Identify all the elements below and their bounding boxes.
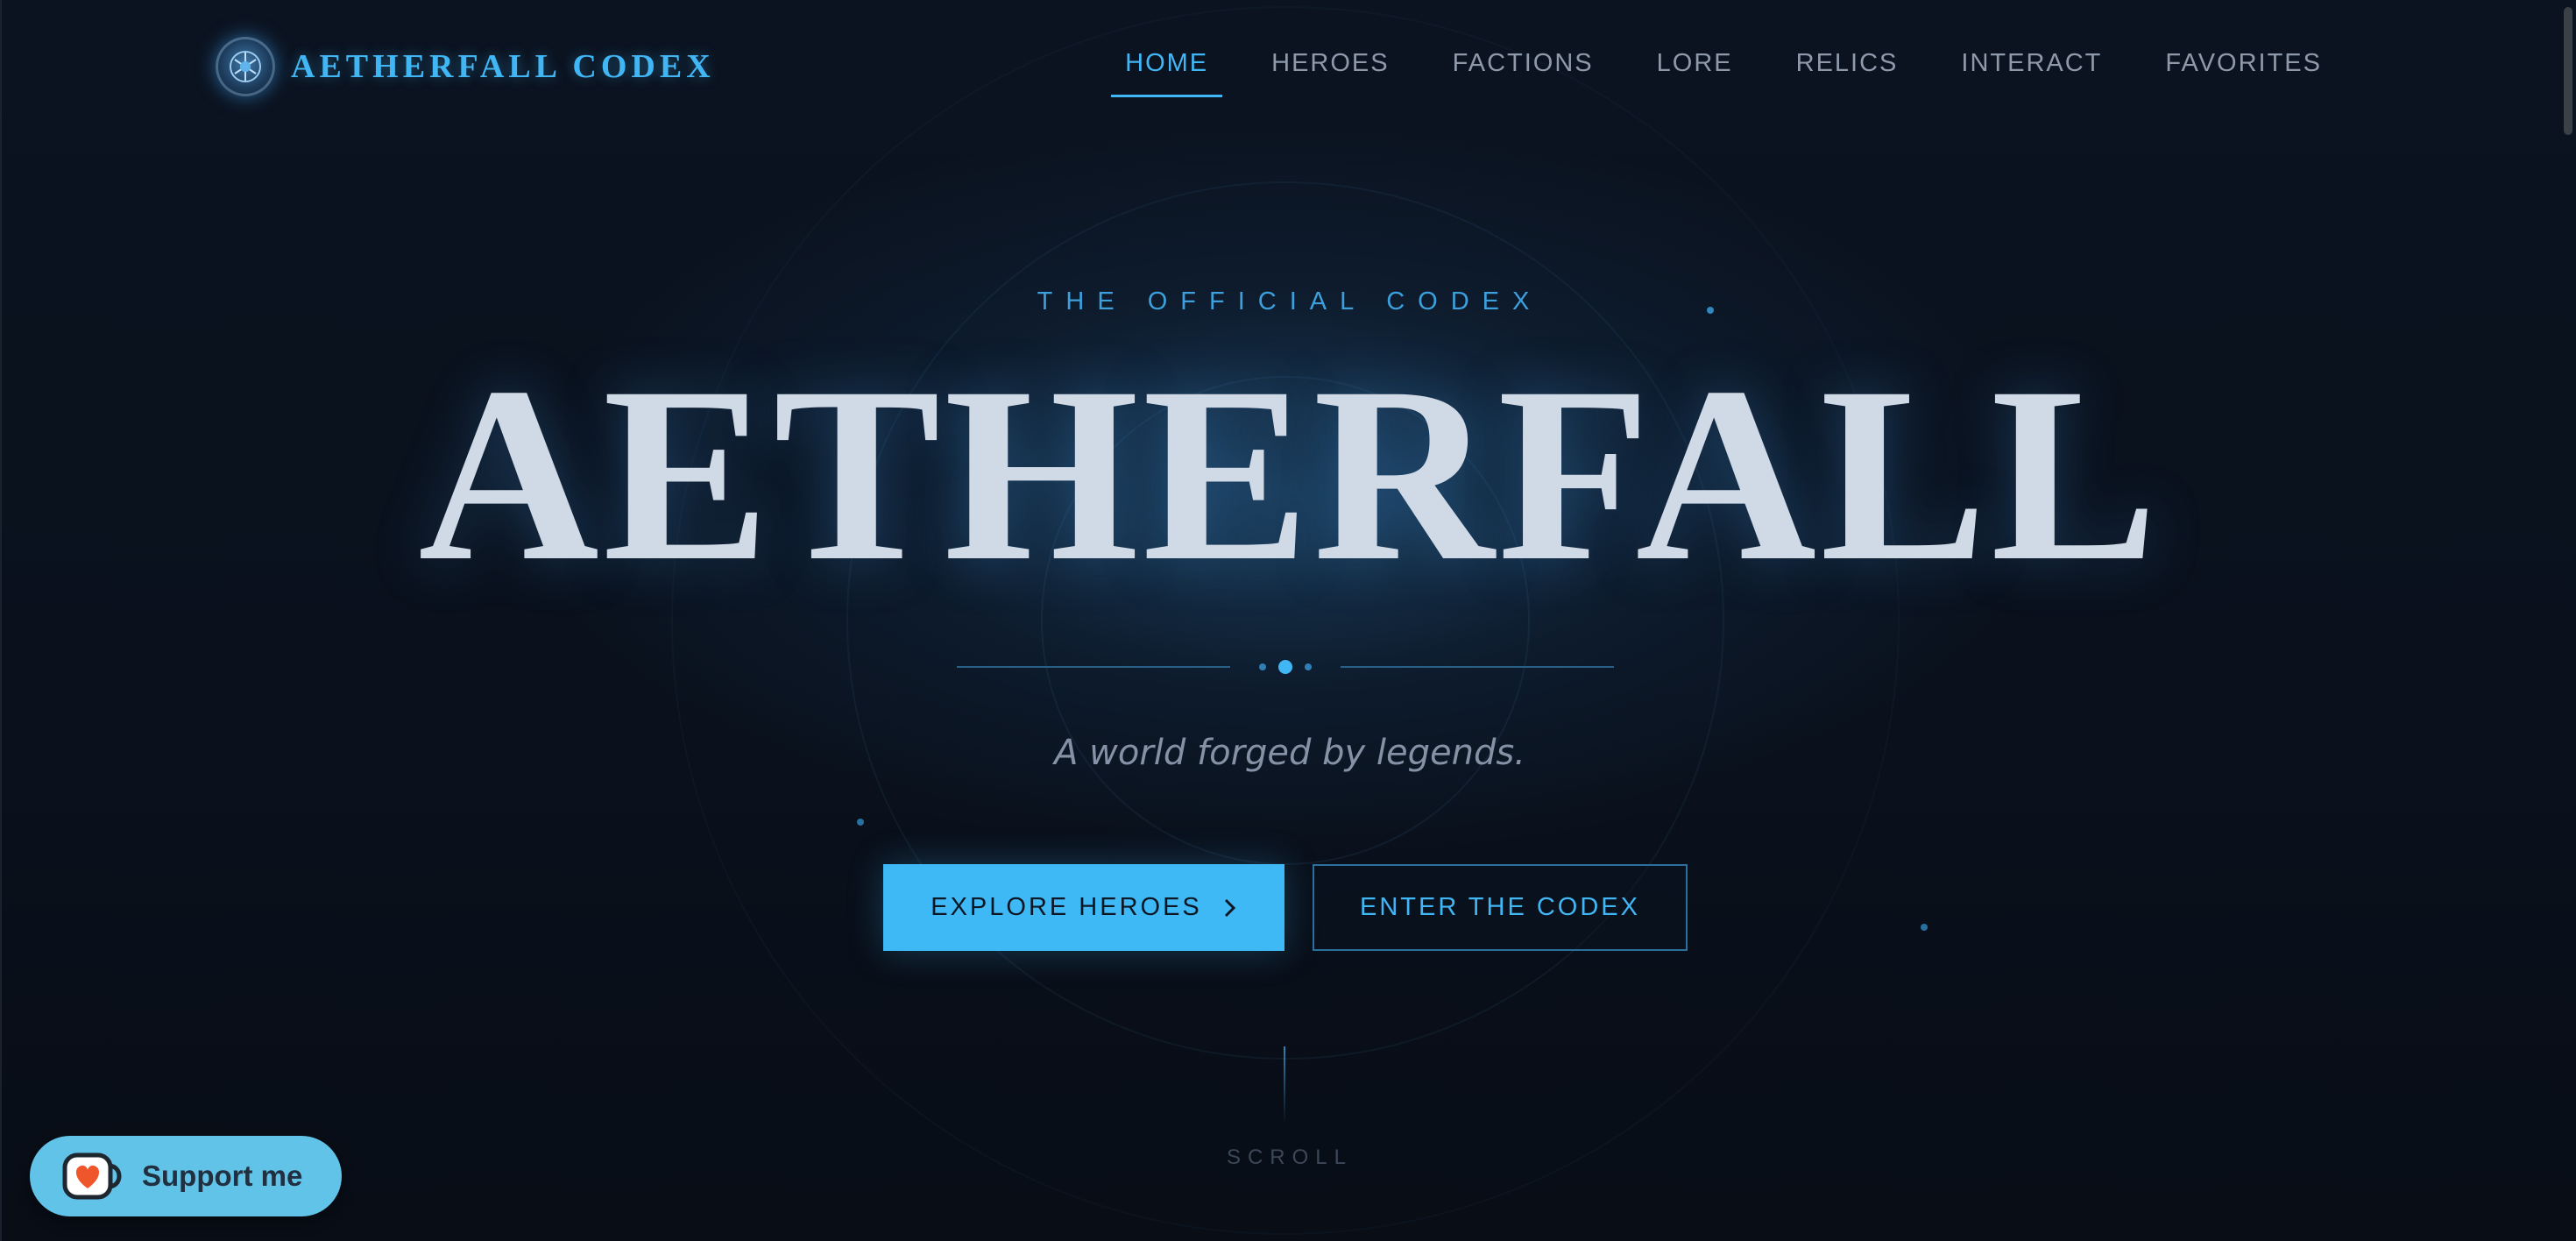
nav-item-home[interactable]: HOME [1111,44,1223,97]
nav-item-favorites[interactable]: FAVORITES [2165,44,2322,97]
nav-links: HOME HEROES FACTIONS LORE RELICS INTERAC… [1062,44,2322,97]
enter-codex-label: ENTER THE CODEX [1359,893,1640,921]
nav-item-interact[interactable]: INTERACT [1961,44,2102,97]
hero-tagline: A world forged by legends. [1054,733,1525,773]
enter-codex-button[interactable]: ENTER THE CODEX [1313,864,1688,951]
scroll-label[interactable]: SCROLL [2,1145,2576,1170]
explore-heroes-button[interactable]: EXPLORE HEROES [883,864,1284,951]
scroll-indicator-line [1284,1046,1285,1124]
scrollbar-thumb[interactable] [2564,7,2572,135]
ornament-divider [957,660,1614,674]
top-navigation: AETHERFALL CODEX HOME HEROES FACTIONS LO… [2,0,2576,131]
hero-title: AETHERFALL [418,335,2162,613]
nav-item-lore[interactable]: LORE [1657,44,1733,97]
brand-name: AETHERFALL CODEX [291,48,715,85]
nav-item-factions[interactable]: FACTIONS [1453,44,1594,97]
nav-item-relics[interactable]: RELICS [1796,44,1899,97]
coffee-cup-heart-icon [62,1152,122,1200]
hero-eyebrow: THE OFFICIAL CODEX [1037,287,1543,316]
nav-item-heroes[interactable]: HEROES [1271,44,1389,97]
support-me-button[interactable]: Support me [30,1136,342,1216]
brand-link[interactable]: AETHERFALL CODEX [216,35,715,98]
background-rings [671,6,1900,1235]
chevron-right-icon [1224,898,1235,917]
explore-heroes-label: EXPLORE HEROES [931,893,1202,921]
page-background: AETHERFALL CODEX HOME HEROES FACTIONS LO… [0,0,2576,1241]
particle [1921,924,1928,931]
particle [857,819,864,826]
support-me-label: Support me [142,1159,303,1192]
emblem-icon [216,37,275,96]
